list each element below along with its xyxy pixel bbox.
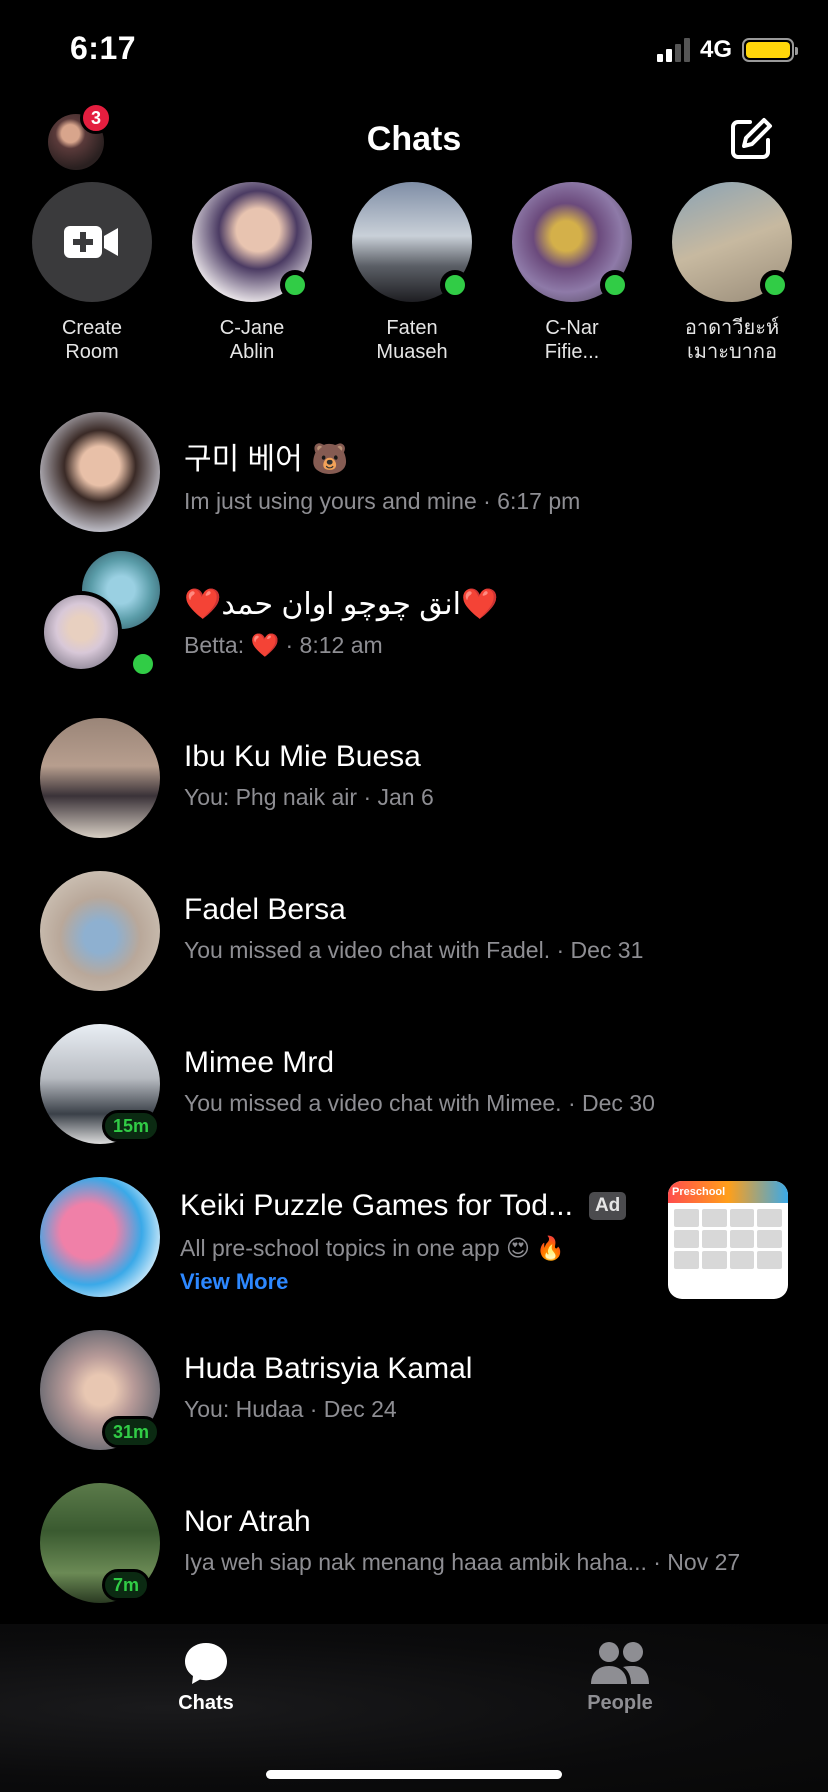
view-more-link[interactable]: View More	[180, 1269, 288, 1295]
tab-people-label: People	[587, 1692, 653, 1714]
chat-row[interactable]: 7m Nor Atrah Iya weh siap nak menang haa…	[0, 1483, 828, 1636]
story-item[interactable]: Faten Muaseh	[352, 182, 472, 364]
chat-row[interactable]: 15m Mimee Mrd You missed a video chat wi…	[0, 1024, 828, 1177]
active-time-badge: 31m	[102, 1416, 161, 1448]
chat-row[interactable]: 구미 베어 🐻 Im just using yours and mine · 6…	[0, 412, 828, 565]
chat-preview: Betta: ❤️ · 8:12 am	[184, 632, 383, 658]
story-label: อาดาวียะห์ เมาะบากอ	[684, 317, 780, 363]
chat-name: ❤️انق چوچو اوان حمد❤️	[184, 588, 499, 621]
network-type: 4G	[699, 36, 732, 63]
story-item[interactable]: อาดาวียะห์ เมาะบากอ	[672, 182, 792, 364]
tab-people[interactable]: People	[560, 1640, 680, 1715]
chat-preview: You: Phg naik air · Jan 6	[184, 784, 434, 810]
header: 3 Chats	[0, 100, 828, 180]
status-bar: 6:17 4G	[0, 0, 828, 100]
ad-title: Keiki Puzzle Games for Tod...	[180, 1189, 573, 1222]
chat-preview: You missed a video chat with Fadel. · De…	[184, 937, 644, 963]
ad-description: All pre-school topics in one app 😍 🔥	[180, 1235, 566, 1261]
ad-avatar	[40, 1177, 160, 1297]
ad-thumb-title: Preschool	[668, 1181, 788, 1203]
chat-name: Mimee Mrd	[184, 1046, 335, 1079]
ad-thumbnail[interactable]: Preschool	[668, 1181, 788, 1299]
avatar	[40, 412, 160, 532]
signal-icon	[656, 38, 690, 62]
sponsored-ad-row[interactable]: Keiki Puzzle Games for Tod... Ad All pre…	[0, 1177, 828, 1330]
create-room-button[interactable]	[32, 182, 152, 302]
story-item[interactable]: C-Jane Ablin	[192, 182, 312, 364]
story-label: C-Nar Fifie...	[544, 317, 600, 363]
online-indicator	[440, 270, 470, 300]
chat-name: Ibu Ku Mie Buesa	[184, 740, 421, 773]
chat-list: 구미 베어 🐻 Im just using yours and mine · 6…	[0, 412, 828, 1636]
people-icon	[591, 1642, 649, 1684]
active-time-badge: 7m	[102, 1569, 151, 1601]
home-indicator	[266, 1770, 562, 1779]
tab-bar: Chats People	[0, 1624, 828, 1792]
ad-thumb-worksheet	[668, 1203, 788, 1275]
chat-name: Nor Atrah	[184, 1505, 311, 1538]
avatar	[40, 718, 160, 838]
compose-icon[interactable]	[728, 116, 774, 162]
avatar[interactable]	[512, 182, 632, 302]
page-title: Chats	[366, 120, 462, 158]
avatar	[40, 871, 160, 991]
group-avatar-front	[40, 591, 122, 673]
active-time-badge: 15m	[102, 1110, 161, 1142]
story-create-room[interactable]: Create Room	[32, 182, 152, 364]
online-indicator	[600, 270, 630, 300]
chat-row[interactable]: Ibu Ku Mie Buesa You: Phg naik air · Jan…	[0, 718, 828, 871]
chat-name: Fadel Bersa	[184, 893, 346, 926]
tab-chats[interactable]: Chats	[146, 1640, 266, 1715]
stories-row: Create Room C-Jane Ablin Faten Muaseh C-…	[32, 182, 792, 364]
chat-preview: Iya weh siap nak menang haaa ambik haha.…	[184, 1549, 741, 1575]
status-time: 6:17	[70, 30, 137, 66]
online-indicator	[280, 270, 310, 300]
chat-row[interactable]: 31m Huda Batrisyia Kamal You: Hudaa · De…	[0, 1330, 828, 1483]
battery-icon	[742, 38, 798, 62]
avatar[interactable]	[352, 182, 472, 302]
avatar[interactable]	[672, 182, 792, 302]
online-indicator	[760, 270, 790, 300]
chat-name: Huda Batrisyia Kamal	[184, 1352, 473, 1385]
story-label: Faten Muaseh	[376, 317, 448, 363]
chat-bubble-icon	[185, 1643, 227, 1684]
video-camera-plus-icon	[64, 226, 118, 258]
online-indicator	[128, 649, 158, 679]
chat-row[interactable]: Fadel Bersa You missed a video chat with…	[0, 871, 828, 1024]
chat-preview: You: Hudaa · Dec 24	[184, 1396, 397, 1422]
status-indicators: 4G	[656, 36, 798, 64]
story-label: C-Jane Ablin	[219, 317, 285, 363]
chat-row[interactable]: ❤️انق چوچو اوان حمد❤️ Betta: ❤️ · 8:12 a…	[0, 551, 828, 718]
chat-name: 구미 베어 🐻	[184, 443, 349, 476]
tab-chats-label: Chats	[178, 1692, 234, 1714]
chat-preview: Im just using yours and mine · 6:17 pm	[184, 488, 581, 514]
avatar[interactable]	[192, 182, 312, 302]
story-label: Create Room	[61, 317, 123, 363]
chat-preview: You missed a video chat with Mimee. · De…	[184, 1090, 655, 1116]
ad-badge: Ad	[588, 1192, 627, 1220]
story-item[interactable]: C-Nar Fifie...	[512, 182, 632, 364]
